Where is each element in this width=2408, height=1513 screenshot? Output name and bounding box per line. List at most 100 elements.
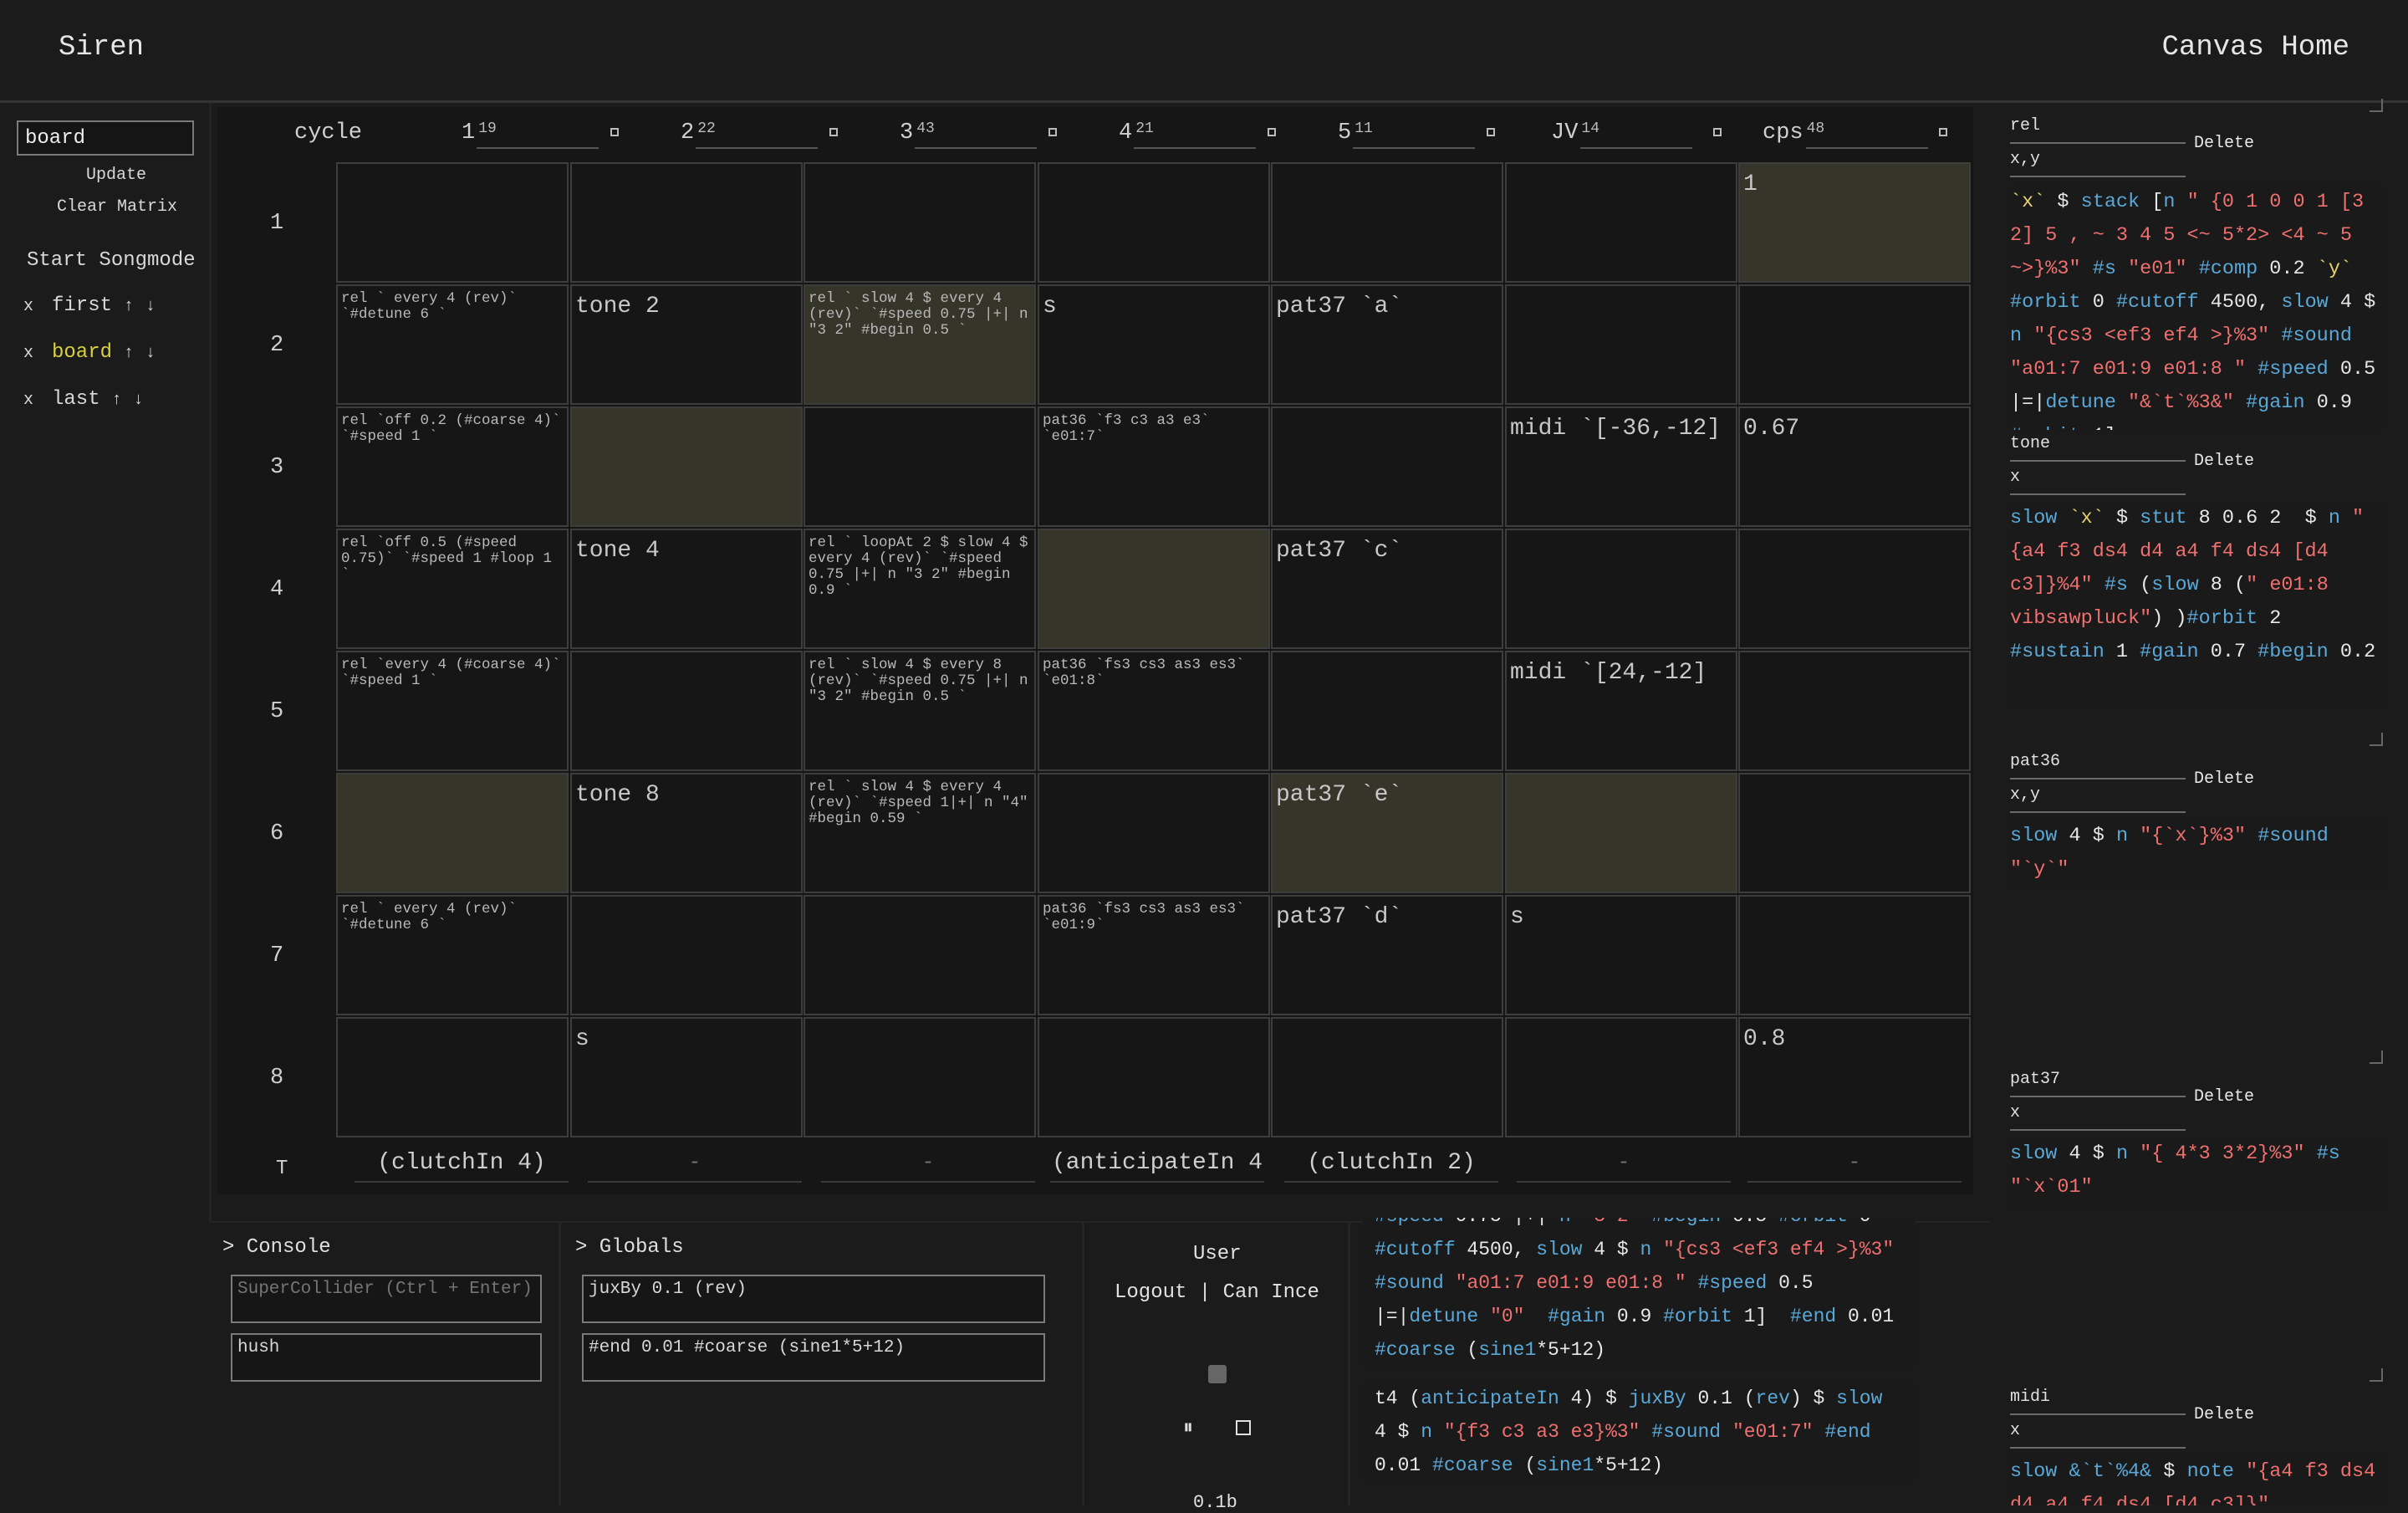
matrix-cell[interactable]: rel `off 0.2 (#coarse 4)` `#speed 1 ` (336, 406, 569, 527)
matrix-cell[interactable]: s (1038, 284, 1270, 405)
pattern-name-input[interactable]: pat37 (2010, 1066, 2186, 1097)
matrix-cell[interactable]: midi `[24,-12] (1505, 651, 1737, 771)
pattern-params-input[interactable]: x (2010, 1417, 2186, 1449)
scene-link[interactable]: board (52, 341, 112, 364)
matrix-cell[interactable] (336, 162, 569, 283)
column-checkbox[interactable] (1268, 128, 1276, 136)
matrix-cell[interactable]: rel ` loopAt 2 $ slow 4 $ every 4 (rev)`… (804, 529, 1036, 649)
pause-icon[interactable]: ⏸ (1183, 1417, 1193, 1440)
column-cycle-value[interactable]: 19 (478, 120, 497, 137)
matrix-cell[interactable] (1271, 406, 1503, 527)
matrix-cell[interactable] (570, 162, 803, 283)
transition-input[interactable]: (anticipateIn 4 (1050, 1146, 1264, 1183)
matrix-cell[interactable] (1738, 651, 1971, 771)
transition-input[interactable]: - (821, 1146, 1035, 1183)
matrix-cell[interactable] (804, 895, 1036, 1015)
tidal-command-input[interactable]: hush (231, 1333, 542, 1382)
transition-input[interactable]: - (588, 1146, 802, 1183)
column-cycle-value[interactable]: 11 (1354, 120, 1373, 137)
matrix-cell[interactable]: 0.8 (1738, 1017, 1971, 1137)
matrix-cell[interactable] (804, 162, 1036, 283)
pattern-name-input[interactable]: midi (2010, 1383, 2186, 1415)
transition-input[interactable]: - (1517, 1146, 1731, 1183)
matrix-cell[interactable]: rel ` every 4 (rev)` `#detune 6 ` (336, 895, 569, 1015)
matrix-cell[interactable]: s (1505, 895, 1737, 1015)
column-checkbox[interactable] (1939, 128, 1947, 136)
matrix-cell[interactable]: rel `off 0.5 (#speed 0.75)` `#speed 1 #l… (336, 529, 569, 649)
pattern-params-input[interactable]: x,y (2010, 781, 2186, 813)
scene-link[interactable]: last (52, 388, 100, 411)
resize-handle-icon[interactable] (2370, 99, 2383, 112)
delete-pattern-button[interactable]: Delete (2194, 134, 2254, 153)
move-up-icon[interactable]: ↑ (124, 344, 134, 363)
matrix-cell[interactable] (1038, 1017, 1270, 1137)
matrix-cell[interactable]: rel ` slow 4 $ every 4 (rev)` `#speed 0.… (804, 284, 1036, 405)
matrix-cell[interactable]: rel ` every 4 (rev)` `#detune 6 ` (336, 284, 569, 405)
move-up-icon[interactable]: ↑ (112, 391, 122, 410)
matrix-cell[interactable]: 1 (1738, 162, 1971, 283)
matrix-cell[interactable] (1038, 529, 1270, 649)
column-checkbox[interactable] (829, 128, 838, 136)
update-button[interactable]: Update (86, 166, 146, 185)
globals-input[interactable]: juxBy 0.1 (rev) (582, 1275, 1045, 1323)
pattern-name-input[interactable]: tone (2010, 430, 2186, 462)
column-checkbox[interactable] (610, 128, 619, 136)
matrix-cell[interactable]: tone 4 (570, 529, 803, 649)
scene-name-input[interactable] (17, 120, 194, 156)
matrix-cell[interactable]: pat36 `fs3 cs3 as3 es3` `e01:8` (1038, 651, 1270, 771)
remove-scene-icon[interactable]: x (23, 297, 52, 316)
resize-handle-icon[interactable] (2370, 733, 2383, 746)
globals-toggle[interactable]: > Globals (575, 1236, 684, 1259)
matrix-cell[interactable]: pat36 `fs3 cs3 as3 es3` `e01:9` (1038, 895, 1270, 1015)
matrix-cell[interactable] (804, 1017, 1036, 1137)
matrix-cell[interactable] (570, 406, 803, 527)
column-cycle-value[interactable]: 22 (697, 120, 716, 137)
pattern-code-editor[interactable]: slow &`t`%4& $ note "{a4 f3 ds4 d4 a4 f4… (2010, 1455, 2385, 1505)
matrix-cell[interactable]: s (570, 1017, 803, 1137)
matrix-cell[interactable]: midi `[-36,-12] (1505, 406, 1737, 527)
matrix-cell[interactable] (1271, 162, 1503, 283)
matrix-cell[interactable] (1738, 529, 1971, 649)
matrix-cell[interactable]: tone 2 (570, 284, 803, 405)
matrix-cell[interactable] (336, 773, 569, 893)
clear-matrix-button[interactable]: Clear Matrix (57, 197, 177, 217)
matrix-cell[interactable]: pat37 `e` (1271, 773, 1503, 893)
delete-pattern-button[interactable]: Delete (2194, 1087, 2254, 1107)
column-cycle-value[interactable]: 43 (916, 120, 935, 137)
pattern-code-editor[interactable]: slow 4 $ n "{`x`}%3" #sound "`y`" (2010, 820, 2385, 890)
column-checkbox[interactable] (1048, 128, 1057, 136)
pattern-code-editor[interactable]: slow 4 $ n "{ 4*3 3*2}%3" #s "`x`01" (2010, 1137, 2385, 1208)
pattern-params-input[interactable]: x,y (2010, 146, 2186, 177)
move-down-icon[interactable]: ↓ (134, 391, 144, 410)
matrix-cell[interactable]: pat37 `d` (1271, 895, 1503, 1015)
remove-scene-icon[interactable]: x (23, 391, 52, 410)
column-checkbox[interactable] (1487, 128, 1495, 136)
matrix-cell[interactable]: pat37 `a` (1271, 284, 1503, 405)
pattern-code-editor[interactable]: `x` $ stack [n " {0 1 0 0 1 [3 2] 5 , ~ … (2010, 186, 2385, 430)
matrix-cell[interactable] (1505, 162, 1737, 283)
supercollider-input[interactable] (231, 1275, 542, 1323)
console-toggle[interactable]: > Console (222, 1236, 331, 1259)
scene-link[interactable]: first (52, 294, 112, 317)
matrix-cell[interactable] (1505, 529, 1737, 649)
pattern-name-input[interactable]: pat36 (2010, 748, 2186, 780)
column-cycle-value[interactable]: 14 (1581, 120, 1599, 137)
delete-pattern-button[interactable]: Delete (2194, 452, 2254, 471)
matrix-cell[interactable] (1505, 1017, 1737, 1137)
stop-icon[interactable] (1236, 1420, 1251, 1435)
matrix-cell[interactable] (1038, 162, 1270, 283)
matrix-cell[interactable] (1738, 895, 1971, 1015)
transition-input[interactable]: - (1747, 1146, 1962, 1183)
matrix-cell[interactable]: tone 8 (570, 773, 803, 893)
pattern-params-input[interactable]: x (2010, 1099, 2186, 1131)
column-cycle-value[interactable]: 21 (1135, 120, 1154, 137)
pattern-code-editor[interactable]: slow `x` $ stut 8 0.6 2 $ n "{a4 f3 ds4 … (2010, 502, 2385, 706)
matrix-cell[interactable]: pat37 `c` (1271, 529, 1503, 649)
column-checkbox[interactable] (1713, 128, 1722, 136)
pattern-params-input[interactable]: x (2010, 463, 2186, 495)
history-entry[interactable]: #speed 0.75 |+| n "3 2" #begin 0.5 #orbi… (1363, 1218, 1915, 1367)
matrix-cell[interactable] (1738, 284, 1971, 405)
canvas-home-link[interactable]: Canvas Home (2162, 32, 2349, 64)
matrix-cell[interactable]: pat36 `f3 c3 a3 e3` `e01:7` (1038, 406, 1270, 527)
move-down-icon[interactable]: ↓ (145, 344, 156, 363)
